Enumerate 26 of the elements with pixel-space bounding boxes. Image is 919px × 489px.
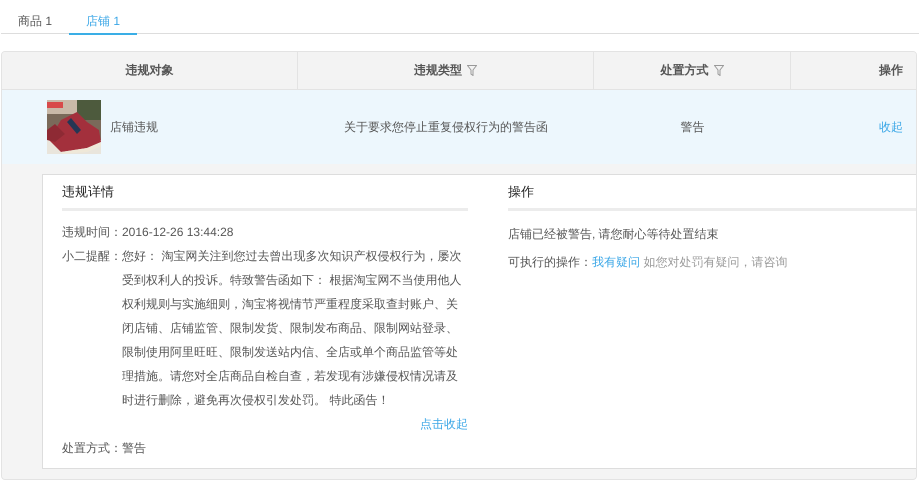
- violation-type: 关于要求您停止重复侵权行为的警告函: [344, 118, 548, 136]
- collapse-link[interactable]: 收起: [879, 118, 903, 136]
- violation-time: 2016-12-26 13:44:28: [122, 224, 234, 241]
- reminder-text: 您好： 淘宝网关注到您过去曾出现多次知识产权侵权行为，屡次受到权利人的投诉。特致警告函如下： 根据淘宝网不当使用他人权利规则与实施细则，淘宝将视情节严重程度采取查封账户、关闭店铺、店铺监管、限制发货、限制发布商品、限制网站登录、限制使用阿里旺旺、限制发送站内信、全店或单个商品监管等处理措施。请您对全店商品自检自查，若发现有涉嫌侵权情况请及时进行删除，避免再次侵权引发处罚。 特此函告！: [122, 248, 462, 409]
- details-heading: 违规详情: [62, 175, 468, 211]
- filter-icon[interactable]: [714, 65, 724, 76]
- hint-text: 如您对处罚有疑问，请咨询: [643, 255, 788, 269]
- field-label: 处置方式：: [62, 440, 122, 457]
- field-label: 可执行的操作：: [508, 255, 592, 269]
- column-header: 处置方式: [660, 62, 708, 79]
- violation-object: 店铺违规: [110, 118, 158, 136]
- field-label: 违规时间：: [62, 224, 122, 241]
- status-text: 店铺已经被警告, 请您耐心等待处置结束: [508, 227, 719, 241]
- collapse-link[interactable]: 点击收起: [420, 417, 468, 431]
- column-header: 违规对象: [126, 62, 174, 79]
- tab[interactable]: 店铺 1: [69, 0, 137, 35]
- field-label: 小二提醒：: [62, 248, 122, 265]
- table-row[interactable]: 店铺违规 关于要求您停止重复侵权行为的警告函 警告 收起: [2, 90, 916, 164]
- filter-icon[interactable]: [467, 65, 477, 76]
- operations-heading: 操作: [508, 175, 916, 211]
- column-header: 违规类型: [414, 62, 462, 79]
- question-link[interactable]: 我有疑问: [592, 255, 640, 269]
- column-header: 操作: [879, 62, 903, 79]
- penalty-method: 警告: [680, 118, 704, 136]
- tab[interactable]: 商品 1: [1, 0, 69, 35]
- penalty-method: 警告: [122, 440, 147, 457]
